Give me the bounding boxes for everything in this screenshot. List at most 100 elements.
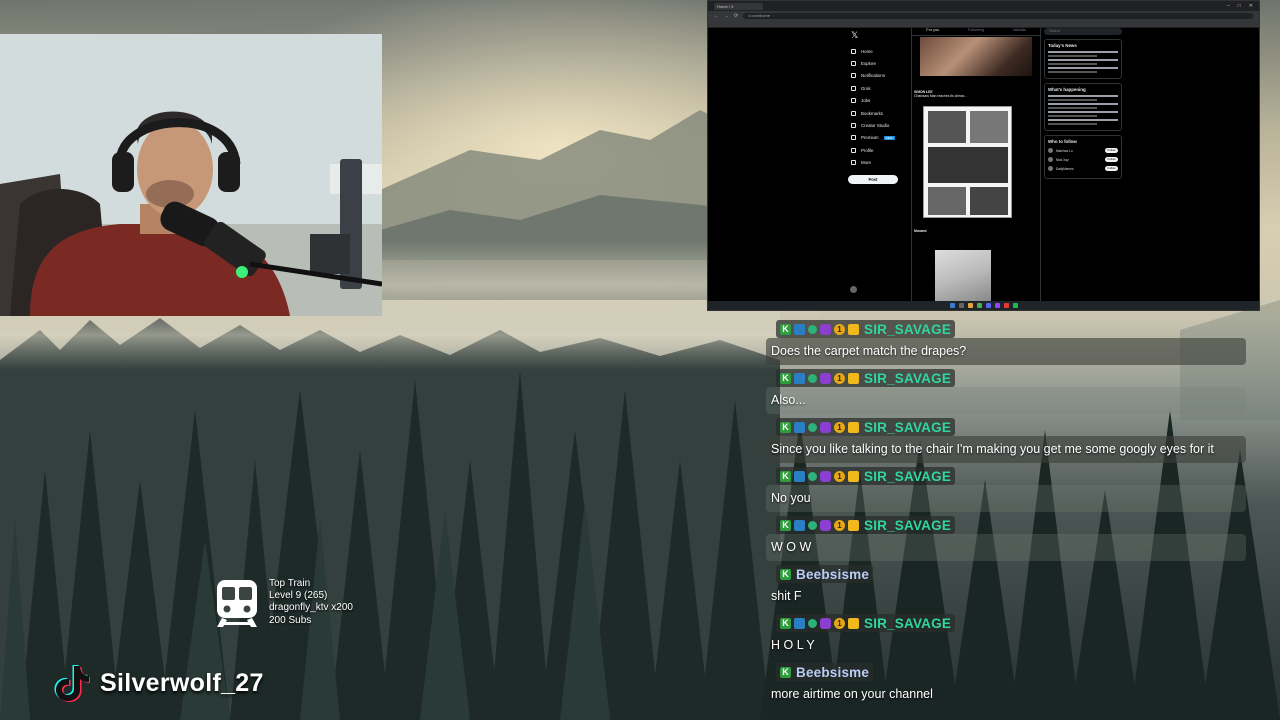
train-icon: [217, 580, 257, 627]
url-field[interactable]: x.com/home: [743, 13, 1253, 19]
sub-badge-icon: [794, 470, 805, 482]
news-item[interactable]: [1048, 59, 1118, 61]
chat-message-text: No you: [766, 485, 1246, 512]
x-nav-label: Premium: [861, 135, 879, 141]
crown-badge-icon: [848, 617, 859, 629]
forward-icon[interactable]: →: [724, 13, 729, 19]
chat-username[interactable]: SIR_SAVAGE: [864, 518, 951, 533]
new-badge: NEW: [883, 135, 895, 140]
browser-window[interactable]: Home / X – □ ✕ ← → ⟳ x.com/home 𝕏 Home E…: [707, 0, 1260, 311]
tweet-manga-image[interactable]: [923, 106, 1012, 218]
crown-badge-icon: [848, 323, 859, 335]
x-nav-more[interactable]: More: [848, 157, 908, 169]
explorer-icon[interactable]: [967, 303, 973, 308]
follow-button[interactable]: Follow: [1105, 148, 1118, 153]
chat-username[interactable]: Beebsisme: [796, 567, 869, 582]
trend-item[interactable]: [1048, 103, 1118, 105]
chat-message: H O L Y K 1 SIR_SAVAGE: [766, 612, 1246, 661]
windows-taskbar: [708, 301, 1259, 310]
kick-badge-icon: K: [780, 323, 791, 335]
panel-title: Today's News: [1048, 43, 1077, 48]
profile-icon: [851, 147, 856, 153]
x-post-button[interactable]: Post: [848, 174, 898, 184]
follow-name[interactable]: Manhwa Lu: [1056, 149, 1102, 153]
spotify-icon[interactable]: [1012, 303, 1018, 308]
x-nav-jobs[interactable]: Jobs: [848, 95, 908, 107]
window-controls: – □ ✕: [1227, 3, 1259, 9]
taskbar-search-icon[interactable]: [958, 303, 964, 308]
x-timeline[interactable]: For you Following Valhalla SIMON LEE Cha…: [911, 28, 1041, 302]
kick-badge-icon: K: [780, 568, 791, 580]
x-nav-label: Profile: [861, 147, 874, 153]
close-icon[interactable]: ✕: [1249, 3, 1253, 9]
maximize-icon[interactable]: □: [1238, 3, 1241, 9]
sub-badge-icon: [794, 421, 805, 433]
x-nav-premium[interactable]: Premium NEW: [848, 132, 908, 144]
x-nav-home[interactable]: Home: [848, 45, 908, 57]
follow-name[interactable]: DailyMemes: [1056, 167, 1102, 171]
follow-button[interactable]: Follow: [1105, 157, 1118, 162]
tweet-media-image[interactable]: [935, 250, 991, 302]
train-level: Level 9 (265): [269, 590, 328, 602]
crown-badge-icon: [848, 372, 859, 384]
x-account-switcher[interactable]: [850, 286, 857, 293]
trend-meta: [1048, 123, 1097, 125]
webcam-feed: [0, 34, 382, 316]
obs-icon[interactable]: [1003, 303, 1009, 308]
chat-username[interactable]: SIR_SAVAGE: [864, 469, 951, 484]
tab-valhalla[interactable]: Valhalla: [1012, 28, 1025, 35]
verified-badge-icon: [808, 324, 817, 334]
chat-username-bar: K 1 SIR_SAVAGE: [776, 369, 956, 387]
x-nav-label: Grok: [861, 85, 871, 91]
kick-badge-icon: K: [780, 519, 791, 531]
x-search-input[interactable]: Search: [1044, 28, 1122, 35]
x-nav-grok[interactable]: Grok: [848, 82, 908, 94]
chat-username[interactable]: SIR_SAVAGE: [864, 616, 951, 631]
train-top-gifter: dragonfly_ktv x200: [269, 602, 353, 614]
reload-icon[interactable]: ⟳: [734, 13, 738, 19]
chat-username[interactable]: SIR_SAVAGE: [864, 322, 951, 337]
rank-badge-icon: 1: [834, 617, 845, 629]
tweet-media-image[interactable]: [920, 37, 1032, 76]
chat-username[interactable]: SIR_SAVAGE: [864, 420, 951, 435]
x-nav-label: Jobs: [861, 98, 871, 104]
avatar: [1048, 148, 1053, 153]
gift-badge-icon: [820, 470, 831, 482]
chat-username[interactable]: SIR_SAVAGE: [864, 371, 951, 386]
follow-button[interactable]: Follow: [1105, 166, 1118, 171]
tab-following[interactable]: Following: [968, 28, 984, 35]
chat-overlay: Does the carpet match the drapes? K 1 SIR_S…: [766, 318, 1246, 710]
verified-badge-icon: [808, 618, 817, 628]
verified-badge-icon: [808, 373, 817, 383]
tweet-header: Manami: [914, 229, 1036, 233]
minimize-icon[interactable]: –: [1227, 3, 1230, 9]
trend-meta: [1048, 99, 1097, 101]
x-nav-explore[interactable]: Explore: [848, 57, 908, 69]
x-nav-notifications[interactable]: Notifications: [848, 70, 908, 82]
twitch-icon[interactable]: [994, 303, 1000, 308]
start-icon[interactable]: [949, 303, 955, 308]
trend-item[interactable]: [1048, 119, 1118, 121]
x-nav-label: Explore: [861, 61, 876, 67]
x-nav-label: Notifications: [861, 73, 885, 79]
tab-for-you[interactable]: For you: [926, 28, 939, 35]
chat-username[interactable]: Beebsisme: [796, 665, 869, 680]
tweet-author[interactable]: Manami: [914, 229, 927, 233]
trend-item[interactable]: [1048, 111, 1118, 113]
kick-badge-icon: K: [780, 470, 791, 482]
news-item[interactable]: [1048, 67, 1118, 69]
x-logo-icon[interactable]: 𝕏: [851, 30, 908, 41]
trend-item[interactable]: [1048, 95, 1118, 97]
browser-tab[interactable]: Home / X: [714, 2, 763, 10]
back-icon[interactable]: ←: [714, 13, 719, 19]
news-item[interactable]: [1048, 51, 1118, 53]
chrome-icon[interactable]: [976, 303, 982, 308]
discord-icon[interactable]: [985, 303, 991, 308]
x-nav-profile[interactable]: Profile: [848, 144, 908, 156]
x-nav-bookmarks[interactable]: Bookmarks: [848, 107, 908, 119]
x-nav-creator-studio[interactable]: Creator Studio: [848, 119, 908, 131]
follow-name[interactable]: Nick Xay: [1056, 158, 1102, 162]
follow-suggestion: Nick Xay Follow: [1048, 157, 1118, 162]
x-nav-label: Bookmarks: [861, 110, 883, 116]
chat-message: No you K 1 SIR_SAVAGE: [766, 465, 1246, 514]
